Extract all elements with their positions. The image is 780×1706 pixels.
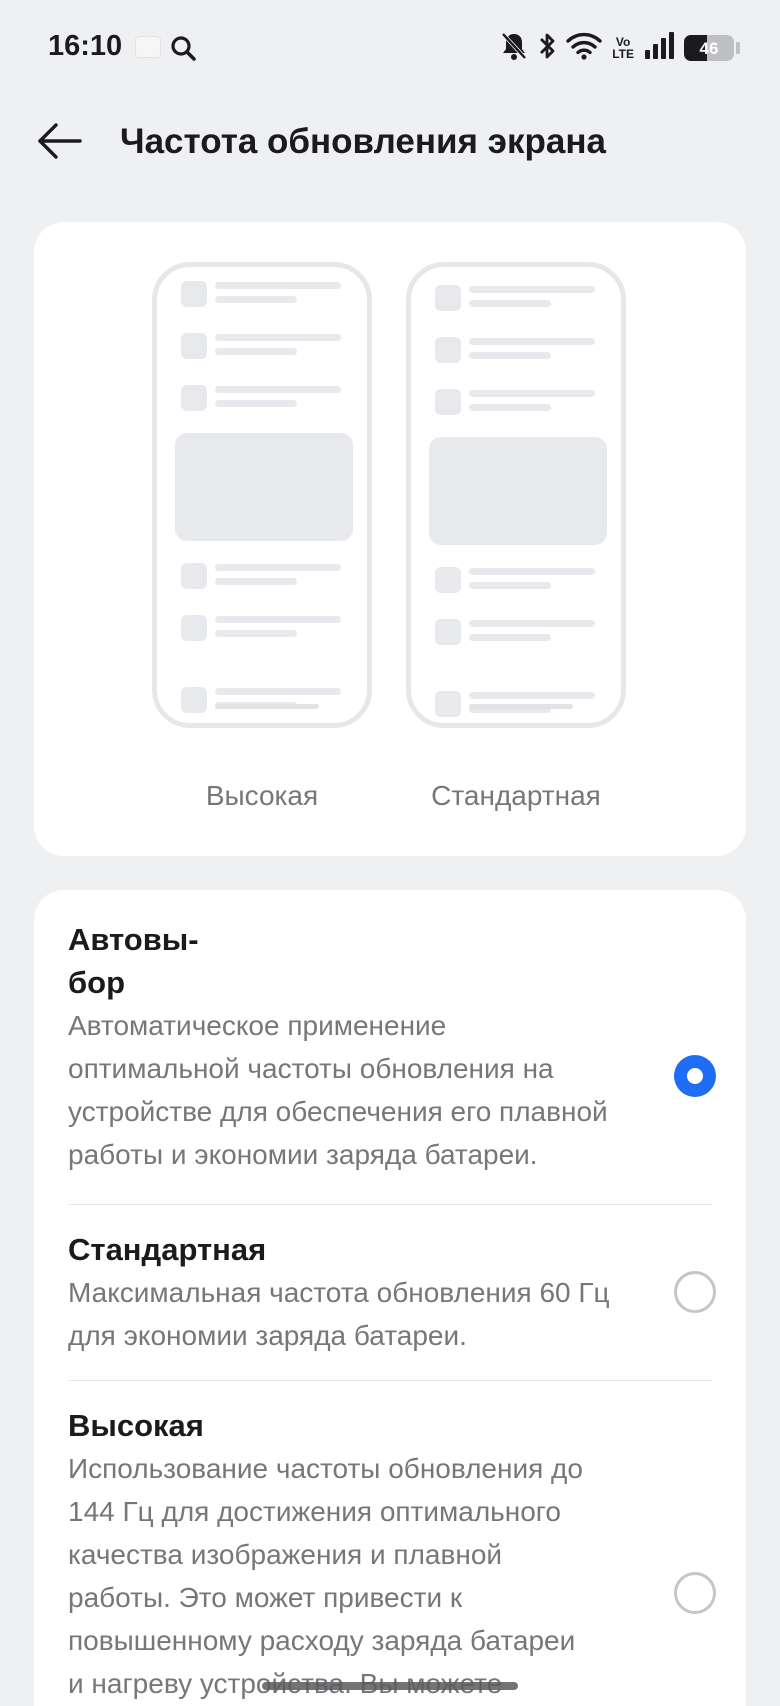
back-button[interactable] bbox=[30, 116, 90, 166]
screen: 16:10 Vo LTE 46 Частота обновления экран… bbox=[0, 0, 780, 1706]
mock-list-row bbox=[181, 281, 351, 311]
description-line: Использование частоты обновления до bbox=[68, 1453, 583, 1484]
radio-standard[interactable] bbox=[674, 1271, 716, 1313]
mock-list-row bbox=[181, 615, 351, 645]
status-bar: 16:10 Vo LTE 46 bbox=[0, 0, 780, 96]
mock-home-bar bbox=[215, 704, 319, 709]
wifi-icon bbox=[566, 31, 602, 66]
search-icon bbox=[170, 35, 196, 66]
option-title: Стандартная bbox=[68, 1232, 267, 1267]
description-line: для экономии заряда батареи. bbox=[68, 1320, 467, 1351]
mock-list-row bbox=[435, 337, 605, 367]
preview-card: Высокая Стандартная bbox=[34, 222, 746, 856]
option-description: Использование частоты обновления до 144 … bbox=[68, 1447, 718, 1705]
option-auto[interactable]: Автовы- бор Автоматическое применение оп… bbox=[68, 918, 718, 1176]
arrow-left-icon bbox=[38, 123, 82, 159]
description-line: 144 Гц для достижения оптимального bbox=[68, 1496, 561, 1527]
volte-bottom-label: LTE bbox=[612, 47, 634, 61]
description-line: качества изображения и плавной bbox=[68, 1539, 503, 1570]
header: Частота обновления экрана bbox=[0, 100, 780, 184]
status-time: 16:10 bbox=[48, 30, 123, 62]
battery-icon: 46 bbox=[684, 35, 734, 61]
option-description: Автоматическое применение оптимальной ча… bbox=[68, 1004, 718, 1176]
page-title: Частота обновления экрана bbox=[120, 122, 606, 161]
mock-list-row bbox=[181, 333, 351, 363]
radio-high[interactable] bbox=[674, 1572, 716, 1614]
mock-list-row bbox=[435, 389, 605, 419]
option-title: Высокая bbox=[68, 1408, 204, 1443]
description-line: оптимальной частоты обновления на bbox=[68, 1053, 554, 1084]
description-line: устройстве для обеспечения его плавной bbox=[68, 1096, 608, 1127]
mock-list-row bbox=[181, 385, 351, 415]
signal-icon bbox=[644, 31, 674, 65]
description-line: Максимальная частота обновления 60 Гц bbox=[68, 1277, 610, 1308]
description-line: работы. Это может привести к bbox=[68, 1582, 463, 1613]
home-indicator bbox=[262, 1682, 518, 1690]
mock-list-row bbox=[181, 563, 351, 593]
mock-home-bar bbox=[469, 704, 573, 709]
preview-label-high: Высокая bbox=[205, 780, 319, 811]
mock-content-block bbox=[429, 437, 607, 545]
preview-phone-standard bbox=[406, 262, 626, 728]
description-line: работы и экономии заряда батареи. bbox=[68, 1139, 538, 1170]
bluetooth-icon bbox=[538, 31, 556, 66]
volte-icon: Vo LTE bbox=[612, 36, 634, 60]
description-line: повышенному расходу заряда батареи bbox=[68, 1625, 576, 1656]
option-high[interactable]: Высокая Использование частоты обновления… bbox=[68, 1404, 718, 1705]
preview-phone-high bbox=[152, 262, 372, 728]
mock-content-block bbox=[175, 433, 353, 541]
battery-tip bbox=[736, 42, 740, 54]
status-icons: Vo LTE 46 bbox=[500, 30, 740, 66]
option-standard[interactable]: Стандартная Максимальная частота обновле… bbox=[68, 1228, 718, 1357]
app-notification-icon bbox=[135, 36, 161, 58]
option-title: бор bbox=[68, 965, 126, 1000]
mock-list-row bbox=[435, 619, 605, 649]
divider bbox=[68, 1380, 712, 1381]
refresh-rate-options: Автовы- бор Автоматическое применение оп… bbox=[34, 890, 746, 1706]
option-description: Максимальная частота обновления 60 Гц дл… bbox=[68, 1271, 718, 1357]
description-line: Автоматическое применение bbox=[68, 1010, 447, 1041]
battery-percentage: 46 bbox=[699, 39, 719, 58]
mute-icon bbox=[500, 31, 528, 66]
option-title: Автовы- bbox=[68, 922, 199, 957]
mock-list-row bbox=[435, 285, 605, 315]
mock-list-row bbox=[435, 567, 605, 597]
radio-auto[interactable] bbox=[674, 1055, 716, 1097]
mock-list-row bbox=[181, 687, 351, 717]
divider bbox=[68, 1204, 712, 1205]
preview-label-standard: Стандартная bbox=[431, 780, 601, 811]
